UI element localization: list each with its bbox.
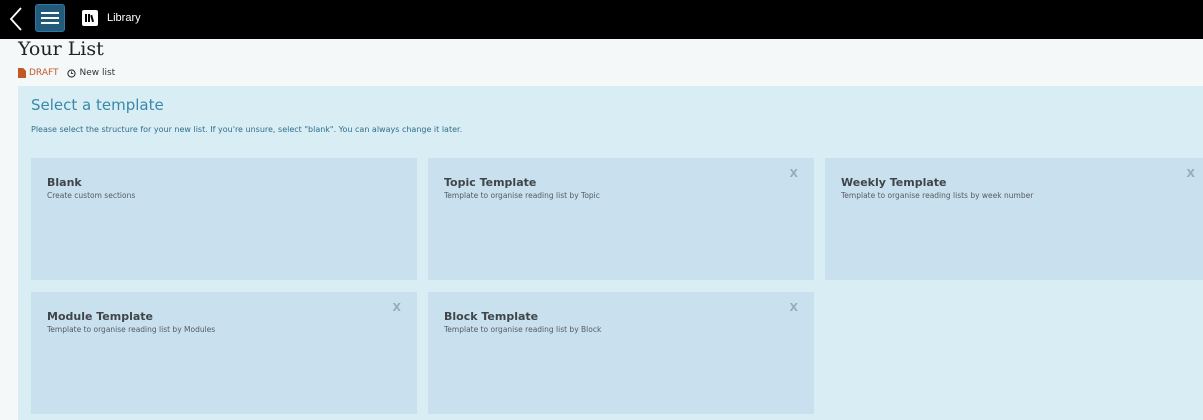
library-label: Library <box>107 12 141 24</box>
template-card-weekly[interactable]: X Weekly Template Template to organise r… <box>825 158 1203 280</box>
template-card-title: Blank <box>47 176 82 189</box>
template-card-title: Module Template <box>47 310 154 323</box>
template-card-topic[interactable]: X Topic Template Template to organise re… <box>428 158 814 280</box>
panel-title: Select a template <box>31 96 164 114</box>
library-link[interactable]: Library <box>82 8 141 28</box>
close-icon[interactable]: X <box>790 301 798 314</box>
close-icon[interactable]: X <box>1187 167 1195 180</box>
template-card-block[interactable]: X Block Template Template to organise re… <box>428 292 814 414</box>
chevron-left-icon[interactable] <box>6 5 28 33</box>
status-badge: DRAFT <box>29 68 59 78</box>
list-status-row: DRAFT New list <box>18 66 115 80</box>
panel-description: Please select the structure for your new… <box>31 125 463 134</box>
template-selection-panel: Select a template Please select the stru… <box>18 86 1203 420</box>
template-card-description: Template to organise reading list by Mod… <box>47 325 216 334</box>
document-icon <box>18 68 26 78</box>
hamburger-icon[interactable] <box>35 4 65 32</box>
template-card-description: Template to organise reading list by Top… <box>444 191 600 200</box>
list-status-text: New list <box>79 68 116 78</box>
top-navigation-bar: Library <box>0 0 1203 39</box>
library-icon <box>82 10 98 26</box>
template-card-title: Topic Template <box>444 176 537 189</box>
template-card-module[interactable]: X Module Template Template to organise r… <box>31 292 417 414</box>
template-card-description: Create custom sections <box>47 191 136 200</box>
template-card-title: Block Template <box>444 310 539 323</box>
template-card-title: Weekly Template <box>841 176 947 189</box>
template-card-blank[interactable]: Blank Create custom sections <box>31 158 417 280</box>
template-card-description: Template to organise reading list by Blo… <box>444 325 602 334</box>
template-card-description: Template to organise reading lists by we… <box>841 191 1034 200</box>
page-title: Your List <box>18 38 104 60</box>
close-icon[interactable]: X <box>790 167 798 180</box>
close-icon[interactable]: X <box>393 301 401 314</box>
clock-icon <box>66 68 76 78</box>
